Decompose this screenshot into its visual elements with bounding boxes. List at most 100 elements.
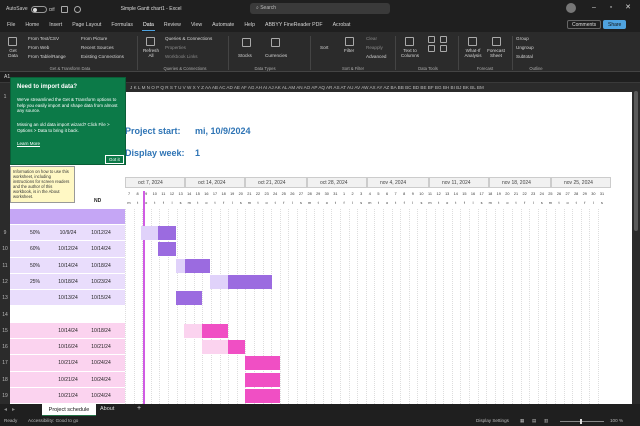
- menu-data[interactable]: Data: [141, 20, 155, 31]
- tab-scroll-right-icon[interactable]: ▸: [12, 406, 15, 413]
- cell-end[interactable]: 10/21/24: [88, 344, 114, 350]
- zoom-level[interactable]: 100 %: [610, 418, 623, 423]
- zoom-slider[interactable]: [560, 420, 604, 422]
- from-text-button[interactable]: From Text/CSV: [28, 36, 59, 41]
- learn-more-link[interactable]: Learn More: [17, 141, 40, 146]
- subtotal-button[interactable]: Subtotal: [516, 54, 533, 59]
- data-tool-icon[interactable]: [428, 36, 435, 43]
- view-layout-icon[interactable]: ▤: [532, 418, 536, 424]
- from-table-button[interactable]: From Table/Range: [28, 54, 66, 59]
- ungroup-button[interactable]: Ungroup: [516, 45, 534, 50]
- autosave-toggle[interactable]: [30, 5, 47, 13]
- tab-about[interactable]: About: [100, 406, 114, 412]
- menu-view[interactable]: View: [190, 20, 203, 30]
- menu-insert[interactable]: Insert: [48, 20, 63, 30]
- data-tool-icon[interactable]: [440, 45, 447, 52]
- cell-end[interactable]: 10/12/24: [88, 230, 114, 236]
- filter-icon[interactable]: [345, 37, 354, 46]
- menu-help[interactable]: Help: [243, 20, 256, 30]
- cell-end[interactable]: 10/24/24: [88, 360, 114, 366]
- refresh-icon[interactable]: [146, 37, 155, 46]
- data-tool-icon[interactable]: [440, 36, 447, 43]
- cell-end[interactable]: 10/18/24: [88, 328, 114, 334]
- close-icon[interactable]: ✕: [624, 4, 632, 12]
- recent-sources-button[interactable]: Recent Sources: [81, 45, 114, 50]
- filter-button[interactable]: Filter: [344, 48, 354, 53]
- cell-start[interactable]: 10/12/24: [55, 246, 81, 252]
- project-start-value[interactable]: mi, 10/9/2024: [195, 126, 251, 136]
- what-if-icon[interactable]: [468, 37, 477, 46]
- currencies-button[interactable]: Currencies: [265, 53, 287, 58]
- cell-end[interactable]: 10/24/24: [88, 393, 114, 399]
- data-tool-icon[interactable]: [428, 45, 435, 52]
- queries-button[interactable]: Queries & Connections: [165, 36, 212, 41]
- text-to-columns-icon[interactable]: [405, 37, 414, 46]
- get-data-button[interactable]: Get Data: [6, 48, 20, 58]
- share-button[interactable]: Share: [603, 20, 627, 29]
- reapply-button[interactable]: Reapply: [366, 45, 383, 50]
- forecast-icon[interactable]: [492, 37, 501, 46]
- add-sheet-button[interactable]: +: [137, 405, 141, 412]
- cell-start[interactable]: 10/13/24: [55, 295, 81, 301]
- cell-start[interactable]: 10/21/24: [55, 377, 81, 383]
- menu-home[interactable]: Home: [24, 20, 40, 30]
- menu-review[interactable]: Review: [163, 20, 182, 30]
- display-settings-button[interactable]: Display Settings: [476, 418, 509, 423]
- view-normal-icon[interactable]: ▦: [520, 418, 524, 424]
- text-to-columns-button[interactable]: Text to Columns: [399, 48, 421, 58]
- restore-icon[interactable]: ▫: [607, 4, 615, 12]
- clear-button[interactable]: Clear: [366, 36, 377, 41]
- minimize-icon[interactable]: –: [590, 4, 598, 12]
- cell-end[interactable]: 10/24/24: [88, 377, 114, 383]
- refresh-all-button[interactable]: Refresh All: [141, 48, 161, 58]
- undo-icon[interactable]: [73, 5, 81, 13]
- menu-page-layout[interactable]: Page Layout: [71, 20, 102, 30]
- get-data-icon[interactable]: [8, 37, 17, 46]
- tab-project-schedule[interactable]: Project schedule: [42, 404, 96, 416]
- got-it-button[interactable]: Got it: [105, 155, 124, 164]
- workbook-links-button[interactable]: Workbook Links: [165, 54, 198, 59]
- stocks-button[interactable]: Stocks: [238, 53, 252, 58]
- cell-start[interactable]: 10/21/24: [55, 360, 81, 366]
- scroll-thumb[interactable]: [634, 91, 638, 231]
- cell-start[interactable]: 10/21/24: [55, 393, 81, 399]
- menu-formulas[interactable]: Formulas: [110, 20, 134, 30]
- table-row[interactable]: [10, 306, 125, 322]
- cell-pct[interactable]: 60%: [22, 246, 48, 252]
- from-web-button[interactable]: From Web: [28, 45, 49, 50]
- cell-start[interactable]: 10/9/24: [55, 230, 81, 236]
- cell-end[interactable]: 10/18/24: [88, 263, 114, 269]
- menu-automate[interactable]: Automate: [211, 20, 235, 30]
- advanced-button[interactable]: Advanced: [366, 54, 386, 59]
- properties-button[interactable]: Properties: [165, 45, 186, 50]
- what-if-button[interactable]: What-If Analysis: [462, 48, 484, 58]
- view-break-icon[interactable]: ▥: [544, 418, 548, 424]
- cell-pct[interactable]: 25%: [22, 279, 48, 285]
- cell-end[interactable]: 10/14/24: [88, 246, 114, 252]
- cell-pct[interactable]: 50%: [22, 230, 48, 236]
- cell-start[interactable]: 10/14/24: [55, 263, 81, 269]
- cell-end[interactable]: 10/15/24: [88, 295, 114, 301]
- vertical-scrollbar[interactable]: [632, 83, 640, 404]
- cell-start[interactable]: 10/14/24: [55, 328, 81, 334]
- tab-scroll-left-icon[interactable]: ◂: [4, 406, 7, 413]
- menu-acrobat[interactable]: Acrobat: [332, 20, 352, 30]
- menu-abbyy[interactable]: ABBYY FineReader PDF: [264, 20, 324, 30]
- display-week-value[interactable]: 1: [195, 148, 200, 158]
- cell-start[interactable]: 10/16/24: [55, 344, 81, 350]
- sort-button[interactable]: Sort: [320, 45, 328, 50]
- accessibility-status[interactable]: Accessibility: Good to go: [28, 418, 78, 423]
- group-button[interactable]: Group: [516, 36, 529, 41]
- menu-file[interactable]: File: [6, 20, 16, 30]
- currencies-icon[interactable]: [271, 38, 280, 47]
- cell-start[interactable]: 10/18/24: [55, 279, 81, 285]
- zoom-thumb[interactable]: [580, 418, 582, 424]
- save-icon[interactable]: [60, 5, 68, 13]
- cell-pct[interactable]: 50%: [22, 263, 48, 269]
- avatar[interactable]: [566, 3, 576, 13]
- forecast-sheet-button[interactable]: Forecast Sheet: [486, 48, 506, 58]
- from-picture-button[interactable]: From Picture: [81, 36, 107, 41]
- comments-button[interactable]: Comments: [567, 20, 602, 29]
- stocks-icon[interactable]: [242, 38, 251, 47]
- search-box[interactable]: ⌕ Search: [250, 3, 390, 14]
